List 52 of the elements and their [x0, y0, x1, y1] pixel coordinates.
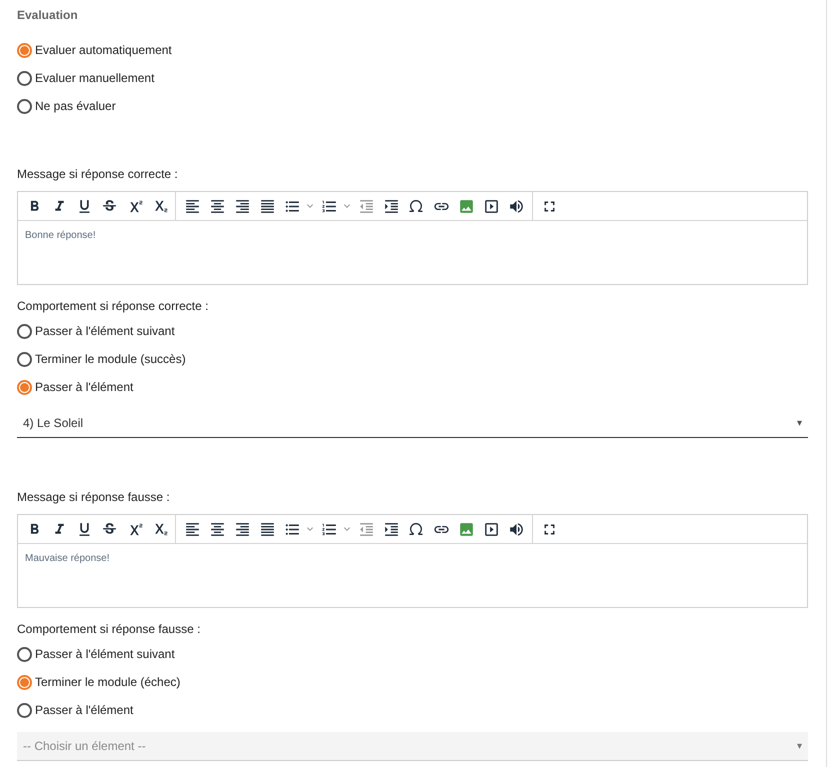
speaker-icon	[508, 198, 524, 214]
omega-icon	[408, 198, 424, 214]
video-icon	[482, 198, 500, 214]
rich-text-editor[interactable]: Mauvaise réponse!	[17, 514, 808, 608]
radio-button[interactable]	[17, 674, 32, 690]
section-title: Evaluation	[17, 7, 79, 24]
omega-icon	[408, 521, 424, 537]
speaker-icon	[508, 520, 524, 538]
radio-button[interactable]	[17, 98, 32, 114]
field-label: Comportement si réponse correcte :	[17, 298, 210, 315]
align-right-icon	[234, 520, 250, 538]
radio-label: Terminer le module (échec)	[35, 674, 180, 691]
field-label: Comportement si réponse fausse :	[17, 621, 202, 638]
align-center-icon	[208, 198, 226, 214]
radio-button[interactable]	[17, 352, 32, 366]
radio-label: Passer à l'élément	[35, 702, 134, 719]
radio-label: Evaluer automatiquement	[35, 42, 172, 59]
field-label: Message si réponse correcte :	[17, 166, 179, 183]
align-justify-icon	[258, 198, 276, 214]
radio-label: Ne pas évaluer	[35, 98, 116, 115]
align-right-icon	[234, 198, 250, 214]
select-value: -- Choisir un élement --	[23, 738, 146, 755]
radio-button[interactable]	[17, 702, 32, 718]
align-left-icon	[184, 198, 200, 214]
align-left-icon	[184, 520, 200, 538]
image-icon	[458, 520, 474, 538]
radio-button[interactable]	[17, 70, 32, 86]
editor-text: Bonne réponse!	[24, 229, 97, 243]
outdent-icon	[358, 198, 374, 214]
radio-label: Passer à l'élément	[35, 379, 134, 396]
select-value: 4) Le Soleil	[23, 415, 84, 432]
align-justify-icon	[258, 520, 276, 538]
image-icon	[458, 198, 474, 214]
dropdown-arrow: ▾	[797, 416, 802, 430]
align-center-icon	[208, 520, 226, 538]
dropdown-arrow: ▾	[797, 740, 802, 754]
indent-icon	[382, 520, 400, 538]
editor-text: Mauvaise réponse!	[24, 552, 110, 566]
radio-button[interactable]	[17, 646, 32, 662]
element-select[interactable]: 4) Le Soleil ▾	[17, 409, 808, 438]
radio-label: Passer à l'élément suivant	[35, 323, 175, 340]
video-icon	[482, 520, 500, 538]
radio-button[interactable]	[17, 42, 32, 58]
field-label: Message si réponse fausse :	[17, 489, 171, 506]
indent-icon	[382, 198, 400, 214]
radio-label: Terminer le module (succès)	[35, 351, 186, 368]
radio-label: Evaluer manuellement	[35, 70, 154, 87]
rich-text-editor[interactable]: Bonne réponse!	[17, 191, 808, 285]
radio-button[interactable]	[17, 380, 32, 394]
radio-label: Passer à l'élément suivant	[35, 646, 175, 663]
radio-button[interactable]	[17, 324, 32, 338]
outdent-icon	[358, 520, 374, 538]
